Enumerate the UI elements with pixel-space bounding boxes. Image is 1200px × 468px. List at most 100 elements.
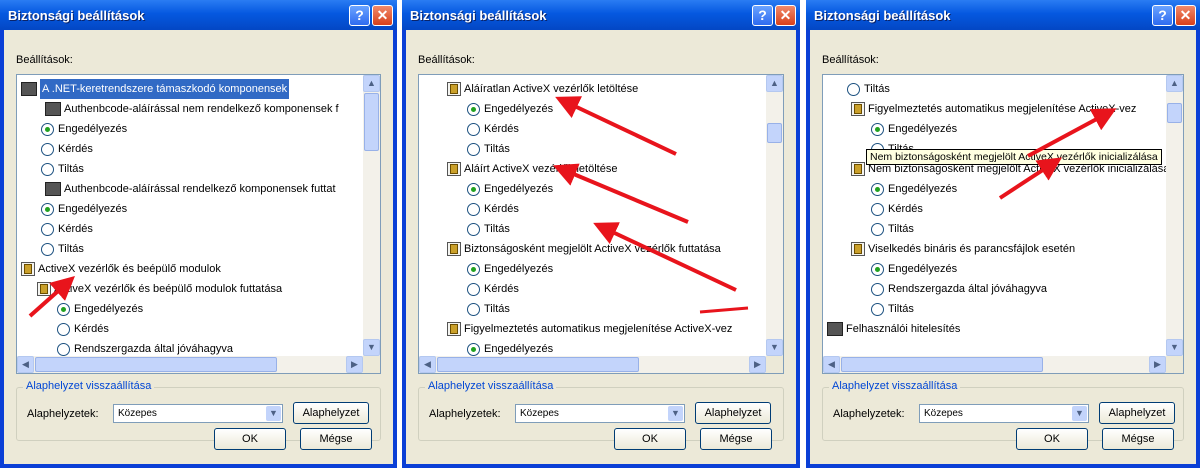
reset-level-select[interactable]: Közepes ▼ bbox=[515, 404, 685, 423]
ok-button[interactable]: OK bbox=[214, 428, 286, 450]
setting-option[interactable]: Rendszergazda által jóváhagyva bbox=[871, 279, 1047, 299]
close-button[interactable]: ✕ bbox=[775, 5, 796, 26]
scroll-right-arrow[interactable]: ▶ bbox=[346, 356, 363, 373]
setting-option[interactable]: Kérdés bbox=[467, 119, 519, 139]
radio-icon[interactable] bbox=[57, 342, 70, 356]
scroll-right-arrow[interactable]: ▶ bbox=[749, 356, 766, 373]
radio-selected-icon[interactable] bbox=[57, 302, 70, 316]
setting-group[interactable]: A .NET-keretrendszere támaszkodó kompone… bbox=[21, 79, 290, 100]
setting-option[interactable]: Tiltás bbox=[41, 239, 84, 259]
title-bar[interactable]: Biztonsági beállítások ? ✕ bbox=[806, 0, 1200, 30]
radio-icon[interactable] bbox=[467, 302, 480, 316]
chevron-down-icon[interactable]: ▼ bbox=[266, 406, 281, 421]
radio-icon[interactable] bbox=[467, 282, 480, 296]
settings-list[interactable]: Tiltás Figyelmeztetés automatikus megjele… bbox=[822, 74, 1184, 374]
setting-item[interactable]: ActiveX vezérlők és beépülő modulok futt… bbox=[37, 279, 282, 299]
reset-level-select[interactable]: Közepes ▼ bbox=[919, 404, 1089, 423]
radio-icon[interactable] bbox=[871, 202, 884, 216]
setting-subgroup[interactable]: Authenbcode-aláírással rendelkező kompon… bbox=[45, 179, 336, 199]
setting-option[interactable]: Engedélyezés bbox=[57, 299, 143, 319]
chevron-down-icon[interactable]: ▼ bbox=[1072, 406, 1087, 421]
settings-tree[interactable]: A .NET-keretrendszere támaszkodó kompone… bbox=[17, 75, 363, 356]
reset-level-select[interactable]: Közepes ▼ bbox=[113, 404, 283, 423]
help-button[interactable]: ? bbox=[752, 5, 773, 26]
radio-selected-icon[interactable] bbox=[41, 122, 54, 136]
setting-option[interactable]: Kérdés bbox=[871, 199, 923, 219]
vertical-scrollbar[interactable]: ▲ ▼ bbox=[1166, 75, 1183, 356]
setting-option[interactable]: Engedélyezés bbox=[41, 119, 127, 139]
ok-button[interactable]: OK bbox=[614, 428, 686, 450]
radio-selected-icon[interactable] bbox=[871, 262, 884, 276]
scroll-thumb[interactable] bbox=[767, 123, 782, 143]
radio-icon[interactable] bbox=[41, 242, 54, 256]
radio-icon[interactable] bbox=[41, 162, 54, 176]
setting-option[interactable]: Kérdés bbox=[467, 199, 519, 219]
setting-item[interactable]: Figyelmeztetés automatikus megjelenítése… bbox=[851, 99, 1136, 119]
setting-item[interactable]: Biztonságosként megjelölt ActiveX vezérl… bbox=[447, 239, 721, 259]
setting-option[interactable]: Kérdés bbox=[467, 279, 519, 299]
settings-tree[interactable]: Aláíratlan ActiveX vezérlők letöltése Eng… bbox=[419, 75, 766, 356]
setting-option[interactable]: Kérdés bbox=[41, 139, 93, 159]
title-bar[interactable]: Biztonsági beállítások ? ✕ bbox=[0, 0, 397, 30]
scroll-thumb[interactable] bbox=[841, 357, 1043, 372]
scroll-thumb[interactable] bbox=[364, 93, 379, 151]
radio-icon[interactable] bbox=[847, 82, 860, 96]
vertical-scrollbar[interactable]: ▲ ▼ bbox=[766, 75, 783, 356]
radio-icon[interactable] bbox=[871, 222, 884, 236]
radio-selected-icon[interactable] bbox=[467, 102, 480, 116]
cancel-button[interactable]: Mégse bbox=[300, 428, 372, 450]
setting-group[interactable]: Felhasználói hitelesítés bbox=[827, 319, 960, 339]
title-bar[interactable]: Biztonsági beállítások ? ✕ bbox=[402, 0, 800, 30]
close-button[interactable]: ✕ bbox=[1175, 5, 1196, 26]
radio-selected-icon[interactable] bbox=[871, 182, 884, 196]
scroll-down-arrow[interactable]: ▼ bbox=[1166, 339, 1183, 356]
horizontal-scrollbar[interactable]: ◀ ▶ bbox=[823, 356, 1166, 373]
setting-option[interactable]: Tiltás bbox=[467, 299, 510, 319]
radio-selected-icon[interactable] bbox=[871, 122, 884, 136]
setting-option[interactable]: Engedélyezés bbox=[871, 259, 957, 279]
help-button[interactable]: ? bbox=[349, 5, 370, 26]
scroll-down-arrow[interactable]: ▼ bbox=[363, 339, 380, 356]
radio-icon[interactable] bbox=[467, 142, 480, 156]
settings-tree[interactable]: Tiltás Figyelmeztetés automatikus megjele… bbox=[823, 75, 1166, 356]
setting-option[interactable]: Tiltás bbox=[467, 219, 510, 239]
radio-selected-icon[interactable] bbox=[467, 182, 480, 196]
setting-option[interactable]: Engedélyezés bbox=[467, 179, 553, 199]
close-button[interactable]: ✕ bbox=[372, 5, 393, 26]
scroll-up-arrow[interactable]: ▲ bbox=[1166, 75, 1183, 92]
scroll-thumb[interactable] bbox=[1167, 103, 1182, 123]
radio-selected-icon[interactable] bbox=[41, 202, 54, 216]
radio-icon[interactable] bbox=[871, 302, 884, 316]
scroll-left-arrow[interactable]: ◀ bbox=[419, 356, 436, 373]
radio-icon[interactable] bbox=[467, 202, 480, 216]
scroll-thumb[interactable] bbox=[35, 357, 277, 372]
radio-icon[interactable] bbox=[57, 322, 70, 336]
reset-button[interactable]: Alaphelyzet bbox=[695, 402, 771, 424]
setting-option[interactable]: Tiltás bbox=[871, 219, 914, 239]
vertical-scrollbar[interactable]: ▲ ▼ bbox=[363, 75, 380, 356]
setting-item[interactable]: Figyelmeztetés automatikus megjelenítése… bbox=[447, 319, 732, 339]
horizontal-scrollbar[interactable]: ◀ ▶ bbox=[419, 356, 766, 373]
radio-icon[interactable] bbox=[41, 222, 54, 236]
setting-option[interactable]: Tiltás bbox=[847, 79, 890, 99]
chevron-down-icon[interactable]: ▼ bbox=[668, 406, 683, 421]
setting-option[interactable]: Tiltás bbox=[41, 159, 84, 179]
setting-option[interactable]: Engedélyezés bbox=[467, 259, 553, 279]
cancel-button[interactable]: Mégse bbox=[700, 428, 772, 450]
cancel-button[interactable]: Mégse bbox=[1102, 428, 1174, 450]
radio-icon[interactable] bbox=[467, 222, 480, 236]
setting-option[interactable]: Tiltás bbox=[871, 299, 914, 319]
help-button[interactable]: ? bbox=[1152, 5, 1173, 26]
horizontal-scrollbar[interactable]: ◀ ▶ bbox=[17, 356, 363, 373]
reset-button[interactable]: Alaphelyzet bbox=[1099, 402, 1175, 424]
scroll-up-arrow[interactable]: ▲ bbox=[363, 75, 380, 92]
setting-item[interactable]: Viselkedés bináris és parancsfájlok eset… bbox=[851, 239, 1075, 259]
setting-item[interactable]: Aláírt ActiveX vezérlők letöltése bbox=[447, 159, 617, 179]
scroll-right-arrow[interactable]: ▶ bbox=[1149, 356, 1166, 373]
setting-option[interactable]: Engedélyezés bbox=[467, 99, 553, 119]
scroll-up-arrow[interactable]: ▲ bbox=[766, 75, 783, 92]
setting-option[interactable]: Engedélyezés bbox=[871, 119, 957, 139]
setting-option[interactable]: Kérdés bbox=[57, 319, 109, 339]
radio-icon[interactable] bbox=[467, 122, 480, 136]
setting-option[interactable]: Kérdés bbox=[41, 219, 93, 239]
